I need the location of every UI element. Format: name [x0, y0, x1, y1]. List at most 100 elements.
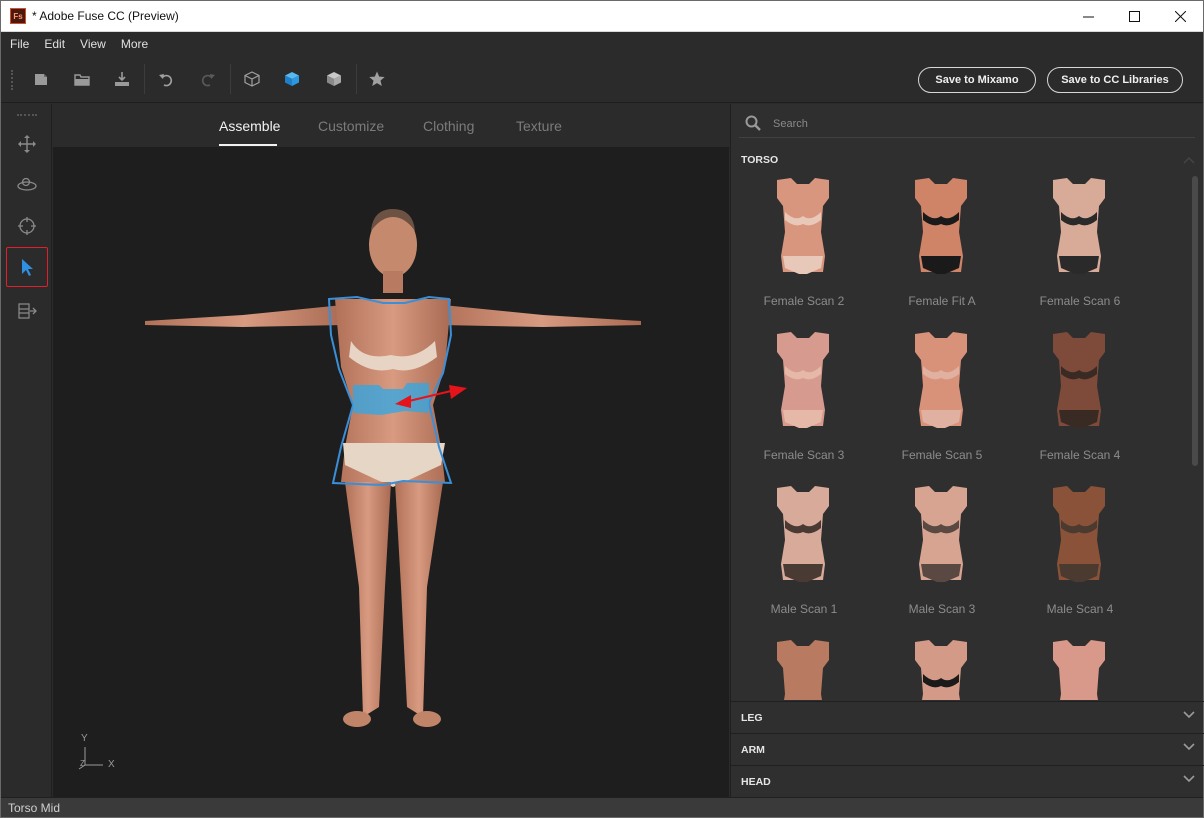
section-head-title: HEAD [741, 775, 771, 788]
tool-rail [1, 104, 52, 797]
axis-z-label: Z [80, 759, 85, 768]
favorite-star-icon[interactable] [366, 68, 388, 90]
morph-tool-icon[interactable] [6, 291, 48, 331]
search-icon [745, 115, 761, 131]
active-tab-indicator [219, 144, 277, 146]
maximize-icon [1128, 10, 1140, 22]
torso-item-label: Female Scan 4 [1039, 448, 1121, 462]
close-button[interactable] [1157, 1, 1203, 31]
torso-thumbnail [1053, 486, 1105, 582]
torso-thumbnail [777, 640, 829, 700]
toolbar-separator [230, 64, 231, 94]
torso-thumbnail [1053, 178, 1105, 274]
torso-thumbnail [915, 332, 967, 428]
torso-item[interactable]: Male Scan 4 [1011, 484, 1149, 634]
toolbar-grip[interactable] [11, 70, 15, 90]
menu-file[interactable]: File [1, 37, 35, 51]
torso-item[interactable]: Male Scan 1 [735, 484, 873, 634]
section-arm-title: ARM [741, 743, 765, 756]
torso-item[interactable]: Female Scan 4 [1011, 330, 1149, 480]
torso-thumbnail [777, 332, 829, 428]
search-input[interactable] [773, 114, 1183, 134]
toolbar-separator [356, 64, 357, 94]
textured-cube-icon[interactable] [323, 68, 345, 90]
torso-item[interactable] [735, 638, 873, 700]
save-to-mixamo-button[interactable]: Save to Mixamo [918, 67, 1036, 93]
tab-clothing[interactable]: Clothing [423, 118, 474, 134]
section-head-header[interactable]: HEAD [731, 766, 1204, 797]
maximize-button[interactable] [1111, 1, 1157, 31]
torso-item[interactable]: Female Scan 3 [735, 330, 873, 480]
torso-thumbnail [777, 178, 829, 274]
torso-item-label: Female Scan 6 [1039, 294, 1121, 308]
save-to-cc-libraries-button[interactable]: Save to CC Libraries [1047, 67, 1183, 93]
torso-thumbnail [1053, 332, 1105, 428]
app-window: Fs * Adobe Fuse CC (Preview) File Edit V… [0, 0, 1204, 818]
menu-bar: File Edit View More [1, 32, 1203, 56]
new-file-icon[interactable] [30, 68, 52, 90]
torso-item[interactable] [873, 638, 1011, 700]
torso-thumbnail [1053, 640, 1105, 700]
section-torso-title: TORSO [741, 153, 779, 166]
import-icon[interactable] [111, 68, 133, 90]
status-text: Torso Mid [8, 800, 61, 815]
title-bar: Fs * Adobe Fuse CC (Preview) [1, 1, 1203, 32]
chevron-down-icon [1183, 711, 1195, 719]
character-model[interactable] [53, 147, 729, 797]
torso-item-label: Male Scan 1 [770, 602, 838, 616]
chevron-down-icon [1183, 775, 1195, 783]
torso-thumbnail [915, 640, 967, 700]
scrollbar[interactable] [1192, 176, 1198, 466]
section-torso-header[interactable]: TORSO [731, 144, 1204, 175]
minimize-button[interactable] [1065, 1, 1111, 31]
chevron-up-icon [1183, 156, 1195, 164]
minimize-icon [1082, 16, 1094, 17]
torso-thumbnail [915, 178, 967, 274]
fuse-logo-icon: Fs [10, 8, 26, 24]
select-tool-icon[interactable] [6, 247, 48, 287]
status-bar: Torso Mid [1, 797, 1203, 817]
menu-view[interactable]: View [71, 37, 112, 51]
axis-y-label: Y [81, 733, 88, 744]
axis-x-label: X [108, 759, 115, 770]
move-tool-icon[interactable] [6, 124, 48, 164]
torso-item-label: Female Scan 3 [763, 448, 845, 462]
open-folder-icon[interactable] [71, 68, 93, 90]
torso-item[interactable]: Female Scan 2 [735, 176, 873, 326]
3d-viewport[interactable]: Y X Z [53, 147, 729, 797]
torso-item-label: Female Scan 2 [763, 294, 845, 308]
torso-item[interactable]: Female Scan 6 [1011, 176, 1149, 326]
section-leg-header[interactable]: LEG [731, 702, 1204, 733]
torso-item-label: Male Scan 3 [908, 602, 976, 616]
solid-cube-icon[interactable] [281, 68, 303, 90]
search-bar [739, 110, 1195, 138]
menu-edit[interactable]: Edit [35, 37, 71, 51]
torso-thumbnail [777, 486, 829, 582]
asset-panel: TORSO Female Scan 2 Female Fit A Female Sc… [730, 104, 1204, 797]
viewport-tab-bar: Assemble Customize Clothing Texture [53, 104, 729, 147]
torso-item[interactable]: Female Fit A [873, 176, 1011, 326]
orbit-tool-icon[interactable] [6, 165, 48, 205]
rail-grip[interactable] [17, 114, 37, 117]
tab-texture[interactable]: Texture [516, 118, 562, 134]
redo-icon[interactable] [197, 68, 219, 90]
torso-item[interactable]: Male Scan 3 [873, 484, 1011, 634]
menu-more[interactable]: More [112, 37, 154, 51]
section-leg-title: LEG [741, 711, 763, 724]
window-title: * Adobe Fuse CC (Preview) [32, 9, 179, 23]
torso-item[interactable]: Female Scan 5 [873, 330, 1011, 480]
chevron-down-icon [1183, 743, 1195, 751]
torso-item-label: Male Scan 4 [1046, 602, 1114, 616]
tab-customize[interactable]: Customize [318, 118, 384, 134]
undo-icon[interactable] [155, 68, 177, 90]
close-icon [1174, 10, 1186, 22]
section-arm-header[interactable]: ARM [731, 734, 1204, 765]
toolbar-separator [144, 64, 145, 94]
torso-item-label: Female Scan 5 [901, 448, 983, 462]
target-tool-icon[interactable] [6, 206, 48, 246]
torso-item-label: Female Fit A [908, 294, 976, 308]
torso-item[interactable] [1011, 638, 1149, 700]
wireframe-cube-icon[interactable] [241, 68, 263, 90]
toolbar: Save to Mixamo Save to CC Libraries [1, 56, 1203, 103]
tab-assemble[interactable]: Assemble [219, 118, 280, 134]
